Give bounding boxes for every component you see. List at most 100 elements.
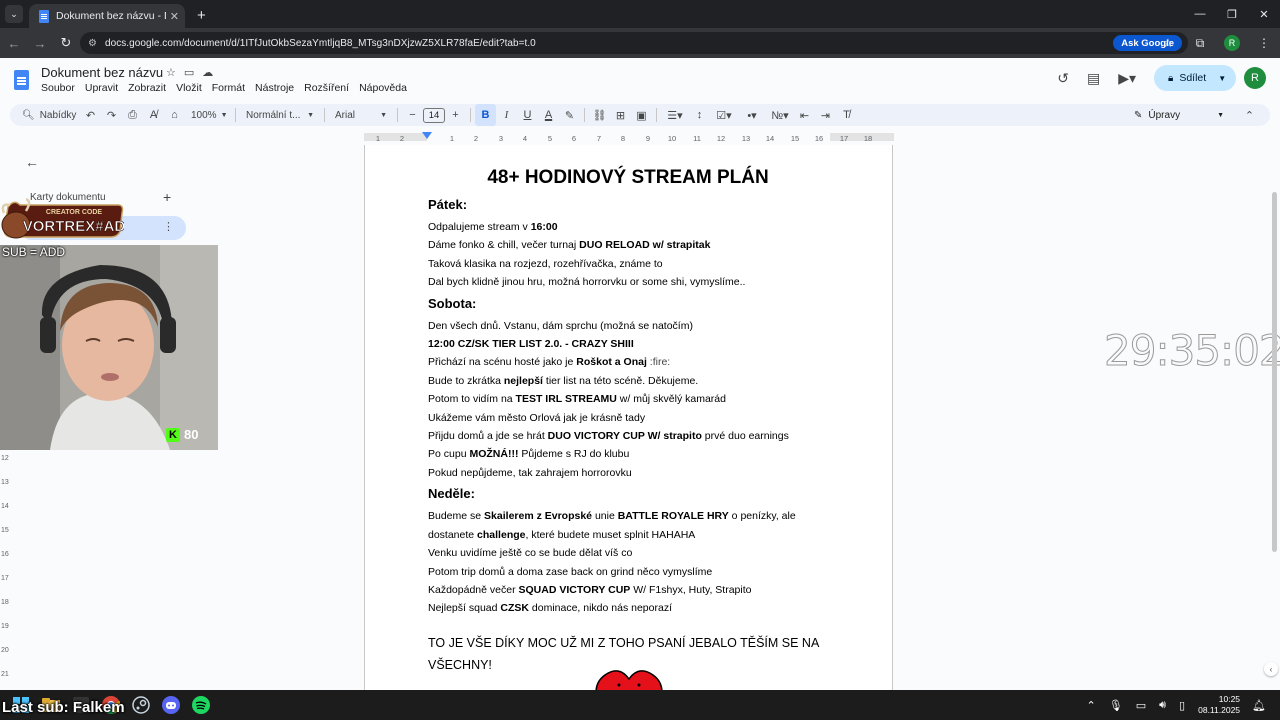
chevron-down-icon[interactable]: ▼ [1218,74,1226,83]
new-tab-plus-icon[interactable]: + [197,7,206,24]
close-icon[interactable]: ✕ [170,10,179,23]
menu-edit[interactable]: Upravit [85,82,118,94]
discord-icon[interactable] [160,694,182,716]
increase-font-size-icon[interactable]: + [445,104,466,126]
user-avatar[interactable]: R [1244,67,1266,89]
insert-image-icon[interactable]: ▣ [631,104,652,126]
restore-icon[interactable]: ❐ [1216,0,1248,28]
paragraph: Venku uvidíme ještě co se bude dělat víš… [428,547,633,560]
paint-format-icon[interactable]: ⌂ [164,104,185,126]
menu-help[interactable]: Nápověda [359,82,407,94]
ruler-left-margin [364,133,427,141]
style-select[interactable]: Normální t... ▼ [240,104,320,126]
bookmark-star-icon[interactable]: ☆ [1152,36,1184,50]
battery-icon[interactable]: ▯ [1179,699,1185,712]
vertical-ruler[interactable]: 12 13 14 15 16 17 18 19 20 21 [0,455,12,690]
document-scrollbar[interactable] [1272,192,1277,552]
menu-tools[interactable]: Nástroje [255,82,294,94]
extensions-puzzle-icon[interactable]: ⧉ [1184,36,1216,51]
menu-format[interactable]: Formát [212,82,245,94]
browser-tab-docs[interactable]: Dokument bez názvu - Dokum ✕ [29,4,185,28]
paragraph: Každopádně večer SQUAD VICTORY CUP W/ F1… [428,581,838,599]
align-icon[interactable]: ☰▾ [661,104,689,126]
bulleted-list-icon[interactable]: •▾ [738,104,766,126]
document-title[interactable]: Dokument bez názvu [41,65,163,80]
text-run: prvé duo earnings [701,430,789,443]
chrome-menu-icon[interactable]: ⋮ [1248,36,1280,50]
menu-insert[interactable]: Vložit [176,82,202,94]
redo-icon[interactable]: ↷ [101,104,122,126]
title-actions: ☆ ▭ ☁ [166,66,213,79]
text-color-icon[interactable]: A [538,104,559,126]
font-size-input[interactable]: 14 [423,107,445,123]
site-info-icon[interactable]: ⚙ [88,38,97,49]
bold-run: DUO RELOAD w/ strapitak [579,239,711,252]
omnibox[interactable]: ⚙ docs.google.com/document/d/1ITfJutOkbS… [80,32,1188,54]
move-folder-icon[interactable]: ▭ [184,66,194,79]
underline-icon[interactable]: U [517,104,538,126]
menu-file[interactable]: Soubor [41,82,75,94]
numbered-list-icon[interactable]: №▾ [766,104,794,126]
font-value: Arial [335,109,356,121]
more-vert-icon[interactable]: ⋮ [163,220,174,233]
document-heading: 48+ HODINOVÝ STREAM PLÁN [487,167,769,188]
paragraph: Nejlepší squad CZSK dominace, nikdo nás … [428,599,838,617]
tray-chevron-up-icon[interactable]: ⌃ [1087,699,1096,712]
horizontal-ruler[interactable]: 1 2 1 2 3 4 5 6 7 8 9 10 11 12 13 14 15 … [364,130,894,144]
add-comment-icon[interactable]: ⊞ [610,104,631,126]
divider [397,108,398,122]
volume-icon[interactable]: 🔊︎ [1159,699,1166,712]
ruler-tick: 1 [449,134,455,143]
back-arrow-icon[interactable]: ← [2,36,26,51]
collapse-menus-icon[interactable]: ⌃ [1239,104,1260,126]
zoom-select[interactable]: 100% ▼ [185,104,231,126]
vruler-tick: 19 [1,623,9,630]
spotify-icon[interactable] [190,694,212,716]
share-button[interactable]: 🔒︎ Sdílet ▼ [1154,65,1236,91]
docs-logo-icon[interactable] [14,70,29,90]
forward-arrow-icon[interactable]: → [28,36,52,51]
steam-icon[interactable] [130,694,152,716]
undo-icon[interactable]: ↶ [80,104,101,126]
menu-extensions[interactable]: Rozšíření [304,82,349,94]
minimize-icon[interactable]: — [1184,0,1216,28]
highlight-icon[interactable]: ✎ [559,104,580,126]
menu-view[interactable]: Zobrazit [128,82,166,94]
document-body[interactable]: 48+ HODINOVÝ STREAM PLÁN Pátek: Odpaluje… [428,167,838,676]
meet-camera-icon[interactable]: ▶▾ [1118,70,1136,87]
version-history-icon[interactable]: ↺ [1057,70,1069,87]
side-panel-chevron-icon[interactable]: ‹ [1264,662,1278,676]
menus-search[interactable]: 🔍︎ Nabídky [10,104,80,126]
ruler-tick: 16 [814,134,824,143]
checklist-icon[interactable]: ☑▾ [710,104,738,126]
notifications-icon[interactable]: 🔔︎ [1252,699,1266,712]
profile-avatar[interactable]: R [1224,35,1240,51]
windows-taskbar: ⌃ 🎙︎ ▭ 🔊︎ ▯ 10:25 08.11.2025 🔔︎ [0,690,1280,720]
taskbar-clock[interactable]: 10:25 08.11.2025 [1198,694,1240,716]
spellcheck-icon[interactable]: A̸ [143,104,164,126]
window-close-icon[interactable]: ✕ [1248,0,1280,28]
increase-indent-icon[interactable]: ⇥ [815,104,836,126]
italic-icon[interactable]: I [496,104,517,126]
line-spacing-icon[interactable]: ↕ [689,104,710,126]
font-select[interactable]: Arial ▼ [329,104,393,126]
lock-icon: 🔒︎ [1168,72,1174,84]
link-icon[interactable]: ⛓ [589,104,610,126]
tab-search-icon[interactable]: ⌄ [5,5,23,23]
decrease-font-size-icon[interactable]: − [402,104,423,126]
decrease-indent-icon[interactable]: ⇤ [794,104,815,126]
add-tab-plus-icon[interactable]: + [163,189,171,205]
star-icon[interactable]: ☆ [166,66,176,79]
editing-mode-select[interactable]: ✎ Úpravy ▼ [1134,104,1224,126]
network-icon[interactable]: ▭ [1136,699,1146,712]
microphone-icon[interactable]: 🎙︎ [1109,699,1123,712]
print-icon[interactable]: ⎙ [122,104,143,126]
bold-icon[interactable]: B [475,104,496,126]
indent-marker-icon[interactable] [422,132,432,139]
comments-icon[interactable]: ▤ [1087,70,1100,87]
clear-formatting-icon[interactable]: T̸ [836,104,857,126]
document-page[interactable]: 48+ HODINOVÝ STREAM PLÁN Pátek: Odpaluje… [364,145,893,705]
reload-icon[interactable]: ↻ [54,35,78,51]
back-arrow-icon[interactable]: ← [25,154,39,170]
cloud-status-icon[interactable]: ☁ [202,66,213,79]
